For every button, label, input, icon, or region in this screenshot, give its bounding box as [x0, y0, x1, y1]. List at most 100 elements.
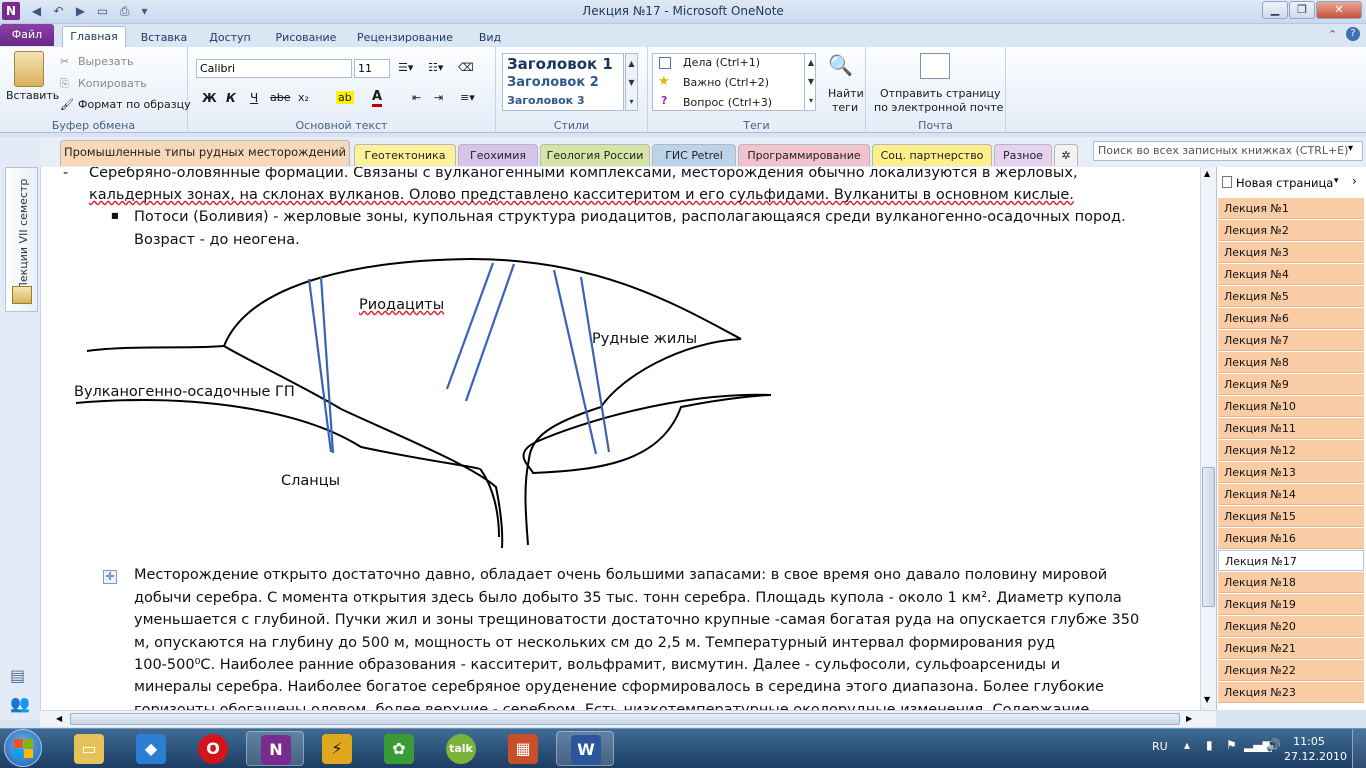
language-indicator[interactable]: RU [1152, 740, 1168, 753]
page-item[interactable]: Лекция №15 [1218, 506, 1364, 527]
email-page-label-1[interactable]: Отправить страницу [880, 87, 1001, 100]
page-item[interactable]: Лекция №5 [1218, 286, 1364, 307]
hscroll-thumb[interactable] [70, 713, 1180, 725]
numbering-icon[interactable]: ☷▾ [428, 61, 443, 74]
taskbar-dropbox[interactable]: ◆ [122, 731, 180, 766]
page-item[interactable]: Лекция №20 [1218, 616, 1364, 637]
page-item[interactable]: Лекция №14 [1218, 484, 1364, 505]
tab-draw[interactable]: Рисование [268, 28, 344, 48]
clear-format-icon[interactable]: ⌫ [458, 61, 474, 74]
collapse-pages-icon[interactable]: › [1352, 174, 1357, 188]
section-tab-social[interactable]: Соц. партнерство [872, 144, 992, 166]
para-line[interactable]: добычи серебра. С момента открытия здесь… [134, 590, 1122, 606]
bold-button[interactable]: Ж [202, 91, 217, 105]
start-button[interactable] [4, 729, 42, 767]
taskbar-onenote[interactable]: N [246, 731, 304, 766]
scroll-right-icon[interactable]: ▶ [1186, 714, 1192, 723]
paste-button[interactable]: Вставить [6, 89, 59, 102]
search-scope-dropdown-icon[interactable]: ▾ [1348, 143, 1353, 154]
flag-icon[interactable]: ⚑ [1226, 738, 1237, 752]
battery-icon[interactable]: ▮ [1206, 738, 1213, 752]
style-heading-2[interactable]: Заголовок 2 [507, 75, 599, 90]
section-tab-industrial[interactable]: Промышленные типы рудных месторождений [60, 140, 350, 166]
page-canvas[interactable]: - Серебряно-оловянные формации. Связаны … [40, 167, 1200, 710]
increase-indent-icon[interactable]: ⇥ [434, 91, 443, 104]
vertical-scrollbar[interactable]: ▲ ▼ [1200, 167, 1216, 710]
page-item[interactable]: Лекция №23 [1218, 682, 1364, 703]
find-tags-label-2[interactable]: теги [832, 101, 858, 114]
copy-button[interactable]: Копировать [78, 77, 147, 90]
page-item[interactable]: Лекция №16 [1218, 528, 1364, 549]
scroll-down-icon[interactable]: ▼ [1204, 695, 1210, 704]
label-shale[interactable]: Сланцы [281, 473, 340, 489]
section-tab-misc[interactable]: Разное [994, 144, 1052, 166]
para-line[interactable]: уменьшается с глубиной. Пучки жил и зоны… [134, 612, 1139, 628]
expand-outline-icon[interactable]: ✛ [103, 570, 117, 584]
taskbar-word[interactable]: W [556, 731, 614, 766]
para-line[interactable]: минералы серебра. Наиболее богатое сереб… [134, 679, 1104, 695]
section-tab-geochemistry[interactable]: Геохимия [458, 144, 538, 166]
decrease-indent-icon[interactable]: ⇤ [412, 91, 421, 104]
find-tags-icon[interactable]: 🔍 [828, 53, 853, 77]
tag-todo[interactable]: Дела (Ctrl+1) [683, 56, 760, 69]
tab-share[interactable]: Доступ [202, 28, 258, 48]
page-item[interactable]: Лекция №17 [1218, 550, 1364, 571]
para-line[interactable]: Месторождение открыто достаточно давно, … [134, 567, 1107, 583]
label-ore-veins[interactable]: Рудные жилы [592, 331, 697, 347]
clock[interactable]: 11:05 27.12.2010 [1284, 734, 1347, 764]
style-heading-3[interactable]: Заголовок 3 [507, 94, 585, 107]
styles-scroll-icon[interactable]: ▲ ▼ ▾ [625, 53, 638, 111]
page-item[interactable]: Лекция №2 [1218, 220, 1364, 241]
page-item[interactable]: Лекция №22 [1218, 660, 1364, 681]
page-item[interactable]: Лекция №6 [1218, 308, 1364, 329]
subscript-button[interactable]: x₂ [298, 91, 309, 104]
underline-button[interactable]: Ч [250, 91, 258, 105]
minimize-button[interactable]: ▁ [1262, 1, 1288, 19]
taskbar-talk[interactable]: talk [432, 731, 490, 766]
page-item[interactable]: Лекция №11 [1218, 418, 1364, 439]
page-item[interactable]: Лекция №8 [1218, 352, 1364, 373]
scroll-left-icon[interactable]: ◀ [56, 714, 62, 723]
close-button[interactable]: ✕ [1316, 1, 1362, 19]
show-desktop-button[interactable] [1352, 729, 1366, 768]
strikethrough-button[interactable]: abe [270, 91, 291, 104]
format-painter-button[interactable]: Формат по образцу [78, 98, 191, 111]
tag-important[interactable]: Важно (Ctrl+2) [683, 76, 769, 89]
taskbar-winamp[interactable]: ⚡ [308, 731, 366, 766]
font-color-button[interactable]: A [372, 89, 383, 107]
para-line[interactable]: горизонты обогащены оловом, более верхни… [134, 702, 1089, 710]
page-item[interactable]: Лекция №13 [1218, 462, 1364, 483]
tab-file[interactable]: Файл [0, 24, 54, 46]
new-section-icon[interactable]: ✲ [1054, 144, 1078, 166]
page-item[interactable]: Лекция №19 [1218, 594, 1364, 615]
email-page-label-2[interactable]: по электронной почте [874, 101, 1003, 114]
page-item[interactable]: Лекция №4 [1218, 264, 1364, 285]
page-item[interactable]: Лекция №1 [1218, 198, 1364, 219]
scroll-thumb[interactable] [1202, 467, 1215, 607]
align-icon[interactable]: ≡▾ [460, 91, 475, 104]
tab-review[interactable]: Рецензирование [352, 28, 458, 48]
styles-gallery[interactable]: Заголовок 1 Заголовок 2 Заголовок 3 [502, 53, 624, 111]
taskbar-plant[interactable]: ✿ [370, 731, 428, 766]
notebook-tab[interactable]: Лекции VII семестр [5, 167, 38, 312]
bullets-icon[interactable]: ☰▾ [398, 61, 413, 74]
ribbon-minimize-icon[interactable]: ⌃ [1328, 28, 1337, 41]
italic-button[interactable]: К [226, 91, 236, 105]
tab-view[interactable]: Вид [472, 28, 508, 48]
help-icon[interactable]: ? [1346, 27, 1360, 41]
section-tab-programming[interactable]: Программирование [738, 144, 870, 166]
taskbar-opera[interactable]: O [184, 731, 242, 766]
para-line[interactable]: м, опускаются на глубину до 500 м, мощно… [134, 635, 1055, 651]
tab-home[interactable]: Главная [62, 26, 126, 48]
page-item[interactable]: Лекция №10 [1218, 396, 1364, 417]
page-item[interactable]: Лекция №9 [1218, 374, 1364, 395]
paste-icon[interactable] [14, 51, 44, 87]
page-item[interactable]: Лекция №18 [1218, 572, 1364, 593]
tray-expand-icon[interactable]: ▴ [1184, 738, 1190, 752]
page-item[interactable]: Лекция №3 [1218, 242, 1364, 263]
scroll-up-icon[interactable]: ▲ [1204, 169, 1210, 178]
email-page-icon[interactable] [920, 53, 950, 79]
para-line[interactable]: 100-500⁰С. Наиболее ранние образования -… [134, 657, 1060, 673]
section-tab-gis-petrel[interactable]: ГИС Petrel [652, 144, 736, 166]
label-volcanic[interactable]: Вулканогенно-осадочные ГП [74, 384, 295, 400]
